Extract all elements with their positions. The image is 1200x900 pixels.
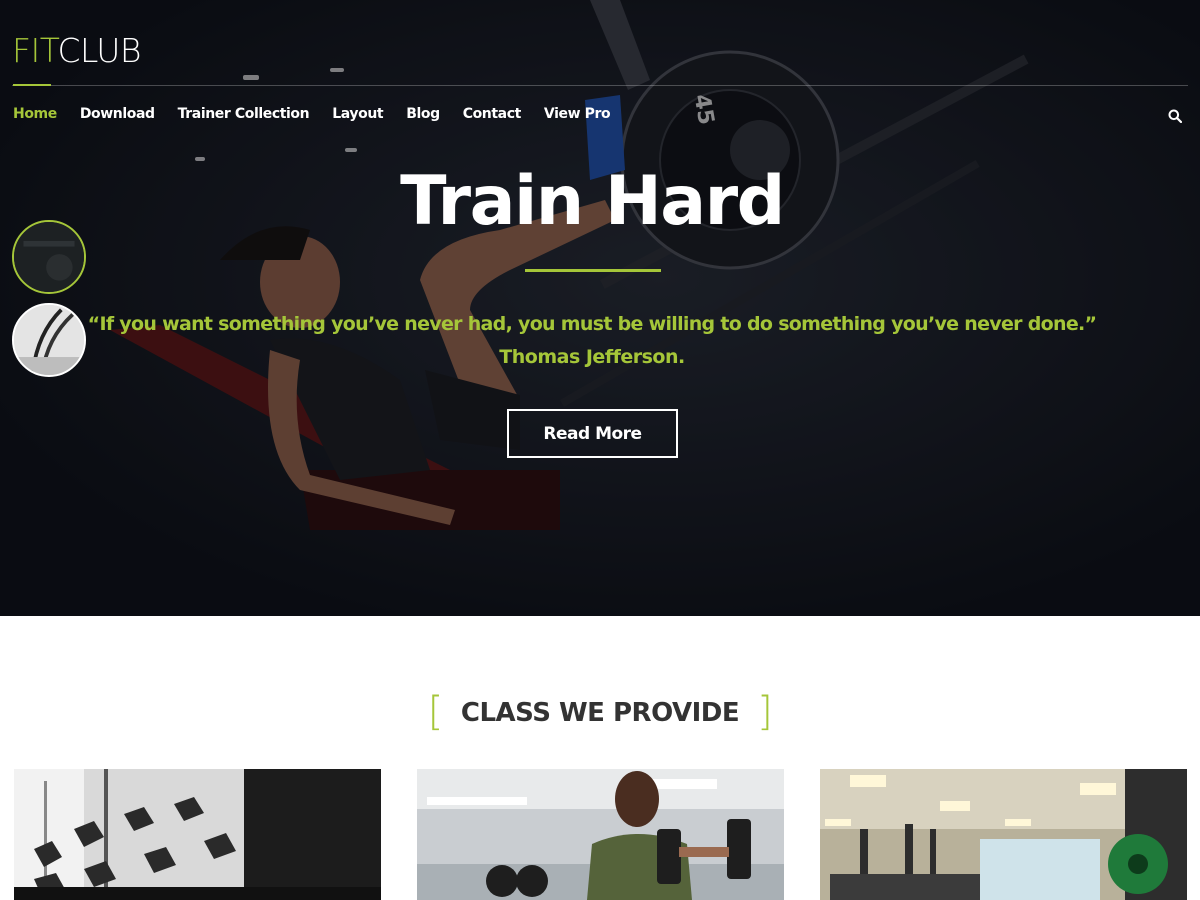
class-card-image <box>417 769 784 900</box>
nav-download[interactable]: Download <box>80 106 155 122</box>
class-card-image <box>820 769 1187 900</box>
logo-club: CLUB <box>57 31 141 70</box>
nav-blog[interactable]: Blog <box>406 106 440 122</box>
hero-title: Train Hard <box>400 162 785 241</box>
hero-quote-author: Thomas Jefferson. <box>499 346 685 368</box>
class-card-gym[interactable] <box>820 769 1187 900</box>
section-heading: [ CLASS WE PROVIDE] <box>0 689 1200 735</box>
title-underline <box>525 269 661 272</box>
hero-slider: 45 FITCLUB Home Download Trainer Collect… <box>0 0 1200 616</box>
nav-view-pro[interactable]: View Pro <box>544 106 611 122</box>
header-divider <box>12 85 1188 86</box>
nav-trainer-collection[interactable]: Trainer Collection <box>178 106 310 122</box>
heading-bracket-right: ] <box>757 689 773 735</box>
nav-contact[interactable]: Contact <box>463 106 522 122</box>
section-heading-text: CLASS WE PROVIDE <box>460 698 740 728</box>
class-card-image <box>14 769 381 900</box>
class-card-dumbbells[interactable] <box>14 769 381 900</box>
search-icon[interactable] <box>1168 109 1182 123</box>
main-nav: Home Download Trainer Collection Layout … <box>13 84 611 122</box>
hero-background-image: 45 <box>0 0 1200 616</box>
site-logo[interactable]: FITCLUB <box>12 34 141 67</box>
heading-bracket-left: [ <box>427 689 444 735</box>
nav-layout[interactable]: Layout <box>332 106 383 122</box>
logo-fit: FIT <box>12 31 58 70</box>
read-more-button[interactable]: Read More <box>507 409 678 458</box>
nav-home[interactable]: Home <box>13 84 57 122</box>
hero-quote: “If you want something you’ve never had,… <box>87 313 1097 335</box>
class-card-trainer[interactable] <box>417 769 784 900</box>
